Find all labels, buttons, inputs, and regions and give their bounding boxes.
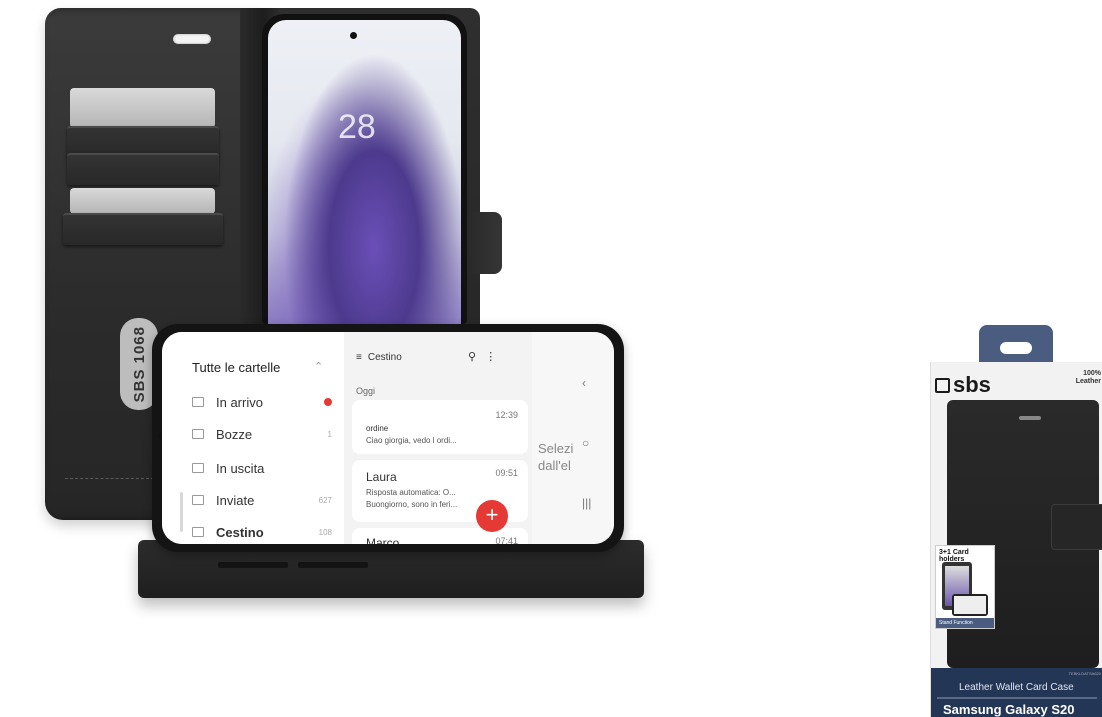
mail-header: ≡ Cestino — [356, 352, 402, 363]
product-code: TEBKLDATSA620 — [1068, 671, 1101, 676]
phone-landscape: Tutte le cartelle ⌃ In arrivo Bozze 1 In… — [152, 324, 624, 552]
folder-label: Bozze — [216, 426, 253, 442]
folder-icon — [192, 495, 204, 505]
card — [70, 188, 215, 214]
current-folder: Cestino — [367, 352, 402, 363]
phone-wallpaper: 28 — [268, 20, 461, 324]
mail-item[interactable]: 12:39 ordine Ciao giorgia, vedo l ordi..… — [352, 400, 528, 454]
leather-label: Leather — [1075, 378, 1101, 385]
brand-name: sbs — [953, 372, 991, 397]
base-slot — [218, 562, 288, 568]
retail-box: sbs 100% Leather 3+1 Card holders Stand … — [930, 362, 1102, 717]
unread-badge — [324, 398, 332, 406]
compose-button[interactable]: + — [476, 500, 508, 532]
lock-time: 28 — [338, 108, 376, 146]
mail-time: 07:41 — [495, 536, 518, 544]
brand-logo: sbs — [935, 372, 991, 398]
mail-preview: Ciao giorgia, vedo l ordi... — [366, 436, 457, 445]
folder-item-cestino[interactable]: Cestino 108 — [192, 522, 332, 542]
box-footer: TEBKLDATSA620 Leather Wallet Card Case S… — [931, 668, 1102, 717]
emboss-text: SBS 1068 — [130, 325, 148, 403]
phone-portrait: 28 — [262, 14, 467, 324]
folder-count: 627 — [318, 495, 332, 505]
folder-icon — [192, 397, 204, 407]
inset-image: 3+1 Card holders Stand Function — [935, 545, 995, 629]
folder-item-inviate[interactable]: Inviate 627 — [192, 490, 332, 510]
folder-label: Cestino — [216, 524, 264, 540]
back-nav-icon[interactable]: ‹ — [582, 376, 586, 390]
mail-preview: Risposta automatica: O... — [366, 488, 456, 497]
mail-time: 12:39 — [495, 410, 518, 420]
more-vert-icon[interactable]: ⋮ — [485, 351, 496, 363]
folder-count: 108 — [318, 527, 332, 537]
folder-panel: Tutte le cartelle ⌃ In arrivo Bozze 1 In… — [162, 332, 344, 544]
recents-nav-icon[interactable]: ||| — [582, 496, 591, 510]
search-icon[interactable]: ⚲ — [468, 351, 476, 363]
folder-label: In arrivo — [216, 394, 263, 410]
logo-square-icon — [935, 377, 950, 393]
inset-footer: Stand Function — [936, 618, 994, 628]
folder-item-in-arrivo[interactable]: In arrivo — [192, 392, 332, 412]
folder-item-bozze[interactable]: Bozze 1 — [192, 424, 332, 444]
inset-phone-landscape — [952, 594, 988, 616]
mail-time: 09:51 — [495, 468, 518, 478]
camera-hole — [350, 32, 357, 39]
leather-tag: 100% Leather — [1076, 370, 1101, 386]
trash-folder-icon — [192, 527, 204, 537]
folder-item-in-uscita[interactable]: In uscita — [192, 458, 332, 478]
mail-item[interactable]: 07:41 Marco — [352, 528, 528, 544]
wallet-case-photo: SBS 1068 28 Tutte le cartelle ⌃ In arriv… — [0, 0, 700, 717]
hanger-hole — [1000, 342, 1032, 354]
card-slot — [67, 153, 219, 185]
mail-sender: Laura — [366, 470, 397, 484]
base-slot — [298, 562, 368, 568]
mail-sender: Marco — [366, 536, 400, 544]
detail-pane: Selezi dall'el ‹ ○ ||| — [532, 332, 614, 544]
folder-icon — [192, 429, 204, 439]
product-type: Leather Wallet Card Case — [959, 682, 1074, 693]
folders-title: Tutte le cartelle — [192, 360, 281, 375]
menu-icon[interactable]: ≡ — [356, 352, 362, 363]
card-slot — [63, 213, 223, 245]
mail-preview: Buongiorno, sono in feri... — [366, 500, 458, 509]
folder-label: Inviate — [216, 492, 255, 508]
folder-icon — [192, 463, 204, 473]
wallet-strap — [1051, 504, 1102, 550]
product-model: Samsung Galaxy S20 — [943, 702, 1075, 717]
wallet-slot — [1019, 416, 1041, 420]
chevron-up-icon[interactable]: ⌃ — [314, 360, 323, 373]
leather-percent: 100% — [1083, 370, 1101, 377]
folder-count: 1 — [327, 429, 332, 439]
date-group: Oggi — [356, 386, 376, 396]
inset-title: 3+1 Card holders — [939, 549, 969, 563]
cover-slot — [173, 34, 211, 44]
folder-label: In uscita — [216, 460, 265, 476]
empty-hint-line: dall'el — [538, 458, 571, 473]
empty-state-text: Selezi dall'el — [538, 440, 573, 474]
closure-strap — [470, 212, 502, 274]
mail-app-screen: Tutte le cartelle ⌃ In arrivo Bozze 1 In… — [162, 332, 614, 544]
scrollbar[interactable] — [180, 492, 183, 532]
mail-sender: ordine — [366, 424, 389, 433]
footer-fine-print — [937, 697, 1097, 699]
home-nav-icon[interactable]: ○ — [582, 436, 589, 450]
mail-actions: ⚲ ⋮ — [468, 350, 496, 363]
credit-card — [70, 88, 215, 128]
mail-list-pane: ≡ Cestino ⚲ ⋮ Oggi 12:39 ordine Ciao gio… — [344, 332, 532, 544]
inset-phone-screen — [954, 596, 986, 614]
empty-hint-line: Selezi — [538, 441, 574, 456]
